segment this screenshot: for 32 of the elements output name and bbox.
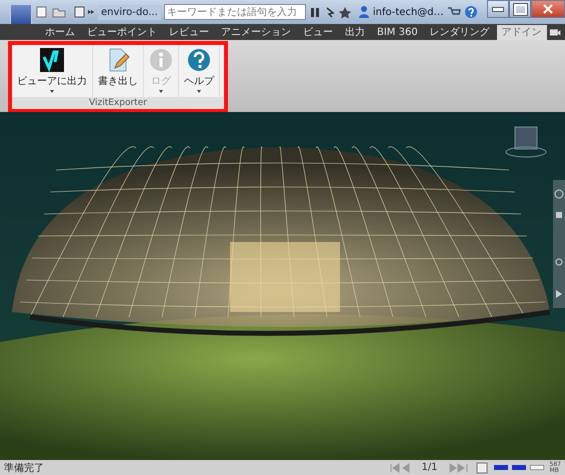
camera-icon[interactable] — [548, 27, 561, 37]
minimize-button[interactable] — [487, 0, 509, 18]
ribbon-tab[interactable]: レビュー — [164, 25, 214, 40]
ribbon-tab[interactable]: ビュー — [298, 25, 338, 40]
maximize-button[interactable] — [509, 0, 531, 18]
help-icon — [187, 48, 211, 72]
close-button[interactable] — [531, 0, 565, 18]
user-name[interactable]: info-tech@d… — [372, 6, 444, 18]
ribbon-tab[interactable]: 出力 — [340, 25, 370, 40]
quick-access-toolbar-icon[interactable] — [35, 5, 95, 19]
page-indicator: 1/1 — [421, 462, 438, 473]
help-icon[interactable] — [464, 5, 478, 19]
performance-bars-icon — [494, 465, 544, 470]
search-field[interactable]: キーワードまたは語句を入力 — [164, 4, 306, 20]
cart-icon[interactable] — [446, 6, 461, 18]
v-logo-icon — [40, 48, 64, 72]
ribbon-button[interactable]: ヘルプ — [179, 45, 220, 97]
app-logo-icon[interactable] — [10, 4, 32, 26]
ribbon-tab[interactable]: アドイン — [496, 25, 547, 40]
ribbon-tab[interactable]: ホーム — [40, 25, 80, 40]
status-text: 準備完了 — [4, 462, 44, 474]
ribbon-tab[interactable]: アニメーション — [216, 25, 296, 40]
info-icon — [149, 48, 173, 72]
user-icon[interactable] — [358, 5, 370, 19]
ribbon-tab[interactable]: BIM 360 — [372, 25, 423, 40]
ribbon-tab[interactable]: レンダリング — [424, 25, 495, 40]
document-title: enviro-do... — [98, 4, 161, 20]
sheet-icon[interactable] — [476, 462, 488, 474]
ribbon-tab[interactable]: ビューポイント — [82, 25, 162, 40]
close-icon — [543, 4, 553, 14]
viewcube-drawing — [506, 126, 546, 158]
panel-title: VizitExporter — [12, 97, 224, 109]
